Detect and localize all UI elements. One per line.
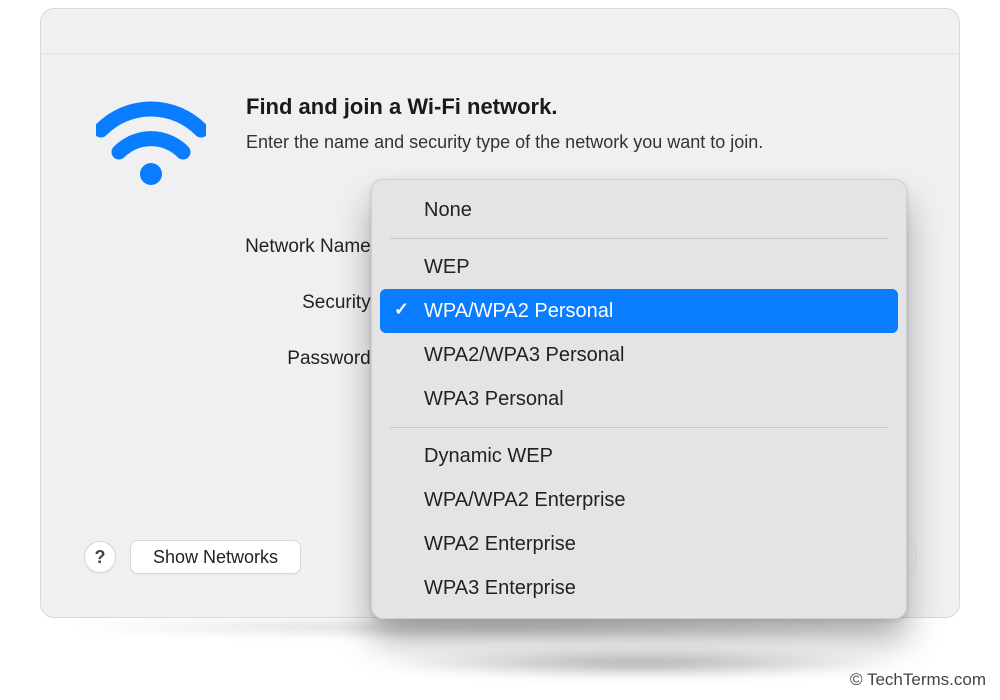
menu-item-wpa-wpa2-personal[interactable]: WPA/WPA2 Personal xyxy=(380,289,898,333)
help-button[interactable]: ? xyxy=(84,541,116,573)
copyright: © TechTerms.com xyxy=(850,670,986,690)
wifi-icon xyxy=(90,94,206,195)
security-label: Security: xyxy=(150,292,390,314)
dialog-title: Find and join a Wi-Fi network. xyxy=(246,94,763,120)
password-label: Password: xyxy=(150,348,390,370)
network-name-label: Network Name: xyxy=(150,236,390,258)
dialog-subtitle: Enter the name and security type of the … xyxy=(246,130,763,155)
menu-item-wpa2-enterprise[interactable]: WPA2 Enterprise xyxy=(372,522,906,566)
popover-shadow xyxy=(380,648,900,678)
menu-item-dynamic-wep[interactable]: Dynamic WEP xyxy=(372,434,906,478)
show-networks-button[interactable]: Show Networks xyxy=(130,540,301,574)
menu-item-wpa3-personal[interactable]: WPA3 Personal xyxy=(372,377,906,421)
menu-separator xyxy=(390,427,888,428)
menu-item-none[interactable]: None xyxy=(372,188,906,232)
menu-item-wpa-wpa2-enterprise[interactable]: WPA/WPA2 Enterprise xyxy=(372,478,906,522)
security-dropdown-menu: None WEP WPA/WPA2 Personal WPA2/WPA3 Per… xyxy=(371,179,907,619)
menu-separator xyxy=(390,238,888,239)
menu-item-wpa3-enterprise[interactable]: WPA3 Enterprise xyxy=(372,566,906,610)
titlebar xyxy=(41,9,959,54)
menu-item-wep[interactable]: WEP xyxy=(372,245,906,289)
menu-item-wpa2-wpa3-personal[interactable]: WPA2/WPA3 Personal xyxy=(372,333,906,377)
